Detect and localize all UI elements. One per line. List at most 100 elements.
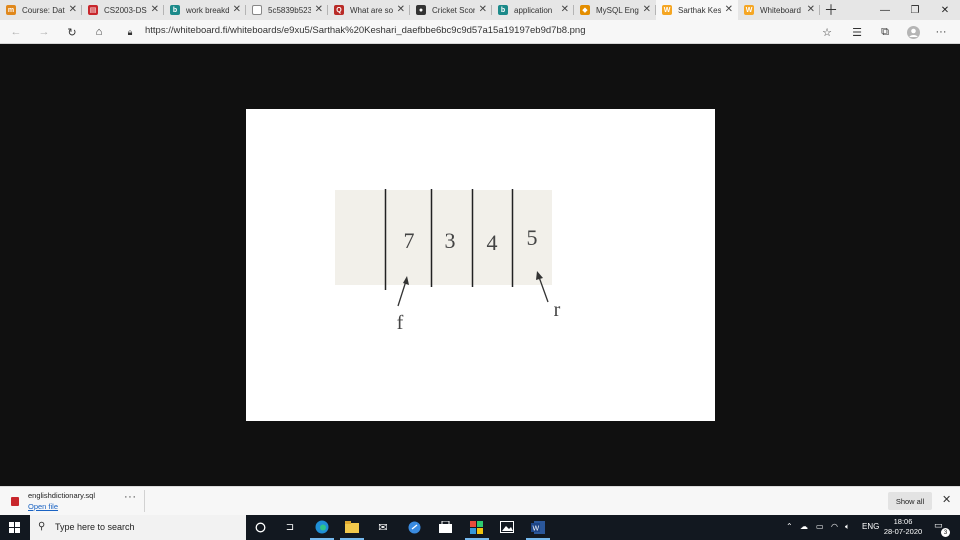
close-tab-icon[interactable]: ✕ xyxy=(643,5,651,15)
svg-text:W: W xyxy=(533,525,540,532)
file-icon xyxy=(11,497,19,506)
file-explorer-icon[interactable] xyxy=(343,518,361,536)
new-tab-button[interactable]: ＋ xyxy=(820,0,842,20)
close-tab-icon[interactable]: ✕ xyxy=(479,5,487,15)
download-more-button[interactable]: ··· xyxy=(124,491,137,503)
volume-icon[interactable]: 🔈︎ xyxy=(845,522,850,532)
browser-tab[interactable]: ▤ CS2003-DS ✕ xyxy=(82,0,164,20)
queue-value-1: 7 xyxy=(404,228,415,253)
cloud-icon[interactable]: ☁ xyxy=(800,522,808,531)
favorites-list-icon[interactable]: ☰ xyxy=(849,24,865,40)
document-icon xyxy=(252,5,262,15)
close-tab-icon[interactable]: ✕ xyxy=(233,5,241,15)
cricket-icon: ● xyxy=(416,5,426,15)
bing-icon: b xyxy=(170,5,180,15)
photos-icon[interactable] xyxy=(498,518,516,536)
clock-date: 28-07-2020 xyxy=(883,527,923,536)
tab-title: work breakd xyxy=(186,5,229,15)
browser-tab[interactable]: m Course: Data ✕ xyxy=(0,0,82,20)
whiteboard-image: 7 3 4 5 f r xyxy=(246,109,715,421)
queue-array-background xyxy=(335,190,552,285)
language-indicator[interactable]: ENG xyxy=(862,522,879,531)
app-circle-icon[interactable] xyxy=(405,518,423,536)
tab-title: 5c5839b523 xyxy=(268,5,311,15)
browser-tab[interactable]: ◆ MySQL Engli ✕ xyxy=(574,0,656,20)
word-icon[interactable]: W xyxy=(529,518,547,536)
close-tab-icon[interactable]: ✕ xyxy=(397,5,405,15)
taskbar-search-box[interactable]: ⚲ Type here to search xyxy=(30,515,246,540)
browser-tab[interactable]: ● Cricket Score ✕ xyxy=(410,0,492,20)
queue-diagram: 7 3 4 5 f r xyxy=(335,189,561,334)
clock-time: 18:06 xyxy=(893,517,913,526)
divider xyxy=(144,490,145,512)
queue-value-3: 4 xyxy=(487,230,498,255)
tab-title: Sarthak Kesl xyxy=(678,5,721,15)
refresh-icon[interactable]: ↻ xyxy=(64,24,80,40)
windows-start-icon[interactable] xyxy=(9,522,20,533)
tab-title: What are so xyxy=(350,5,393,15)
mysql-icon: ◆ xyxy=(580,5,590,15)
wifi-icon[interactable]: ◠ xyxy=(831,522,838,531)
close-tab-icon[interactable]: ✕ xyxy=(725,5,733,15)
show-all-button[interactable]: Show all xyxy=(888,492,932,510)
search-icon: ⚲ xyxy=(38,521,46,532)
taskbar: ⚲ Type here to search ⊐ ✉ W ⌃ ☁ ▭ ◠ 🔈︎ E… xyxy=(0,515,960,540)
tab-list: m Course: Data ✕ ▤ CS2003-DS ✕ b work breakd ✕ 5c… xyxy=(0,0,820,20)
forward-icon[interactable]: → xyxy=(36,24,52,40)
store-icon[interactable] xyxy=(436,518,454,536)
close-tab-icon[interactable]: ✕ xyxy=(561,5,569,15)
browser-tab[interactable]: W Sarthak Kesl ✕ xyxy=(656,0,738,20)
close-window-icon[interactable]: ✕ xyxy=(930,0,960,20)
browser-tab[interactable]: Q What are so ✕ xyxy=(328,0,410,20)
edge-browser-icon[interactable] xyxy=(313,518,331,536)
battery-icon[interactable]: ▭ xyxy=(816,522,824,531)
tab-separator xyxy=(819,5,820,15)
bing-icon: b xyxy=(498,5,508,15)
browser-tab[interactable]: b application ✕ xyxy=(492,0,574,20)
download-filename[interactable]: englishdictionary.sql xyxy=(28,491,95,500)
tab-title: Course: Data xyxy=(22,5,65,15)
home-icon[interactable]: ⌂ xyxy=(91,24,107,40)
front-label: f xyxy=(397,312,404,334)
pdf-icon: ▤ xyxy=(88,5,98,15)
back-icon[interactable]: ← xyxy=(8,24,24,40)
colorful-app-icon[interactable] xyxy=(467,518,485,536)
address-bar: ← → ↻ ⌂ 🔒︎ https://whiteboard.fi/whitebo… xyxy=(0,20,960,44)
close-tab-icon[interactable]: ✕ xyxy=(69,5,77,15)
close-tab-icon[interactable]: ✕ xyxy=(315,5,323,15)
open-file-link[interactable]: Open file xyxy=(28,502,58,511)
whiteboard-icon: W xyxy=(662,5,672,15)
url-text[interactable]: https://whiteboard.fi/whiteboards/e9xu5/… xyxy=(145,25,586,36)
lock-icon: 🔒︎ xyxy=(127,26,133,37)
download-shelf: englishdictionary.sql Open file ··· Show… xyxy=(0,486,960,515)
notification-count-badge: 3 xyxy=(941,528,950,537)
close-tab-icon[interactable]: ✕ xyxy=(151,5,159,15)
image-viewer: 7 3 4 5 f r xyxy=(0,44,960,486)
profile-avatar-icon[interactable] xyxy=(905,24,921,40)
browser-tab[interactable]: 5c5839b523 ✕ xyxy=(246,0,328,20)
browser-tab[interactable]: b work breakd ✕ xyxy=(164,0,246,20)
browser-tab[interactable]: W Whiteboard ✕ xyxy=(738,0,820,20)
settings-more-icon[interactable]: ··· xyxy=(933,24,949,40)
whiteboard-icon: W xyxy=(744,5,754,15)
cortana-icon[interactable] xyxy=(251,518,269,536)
tab-title: Whiteboard xyxy=(760,5,801,15)
tray-expand-icon[interactable]: ⌃ xyxy=(786,522,793,531)
close-shelf-icon[interactable]: ✕ xyxy=(942,493,951,506)
collections-icon[interactable]: ⧉ xyxy=(877,24,893,40)
favorite-star-icon[interactable]: ☆ xyxy=(819,24,835,40)
moodle-icon: m xyxy=(6,5,16,15)
queue-value-4: 5 xyxy=(527,225,538,250)
queue-value-2: 3 xyxy=(445,228,456,253)
mail-icon[interactable]: ✉ xyxy=(374,518,392,536)
clock[interactable]: 18:06 28-07-2020 xyxy=(878,517,928,537)
window-controls: — ❐ ✕ xyxy=(870,0,960,20)
close-tab-icon[interactable]: ✕ xyxy=(807,5,815,15)
tab-title: MySQL Engli xyxy=(596,5,639,15)
minimize-icon[interactable]: — xyxy=(870,0,900,20)
quora-icon: Q xyxy=(334,5,344,15)
search-placeholder: Type here to search xyxy=(55,522,135,532)
restore-icon[interactable]: ❐ xyxy=(900,0,930,20)
task-view-icon[interactable]: ⊐ xyxy=(281,518,299,536)
tab-title: CS2003-DS xyxy=(104,5,147,15)
